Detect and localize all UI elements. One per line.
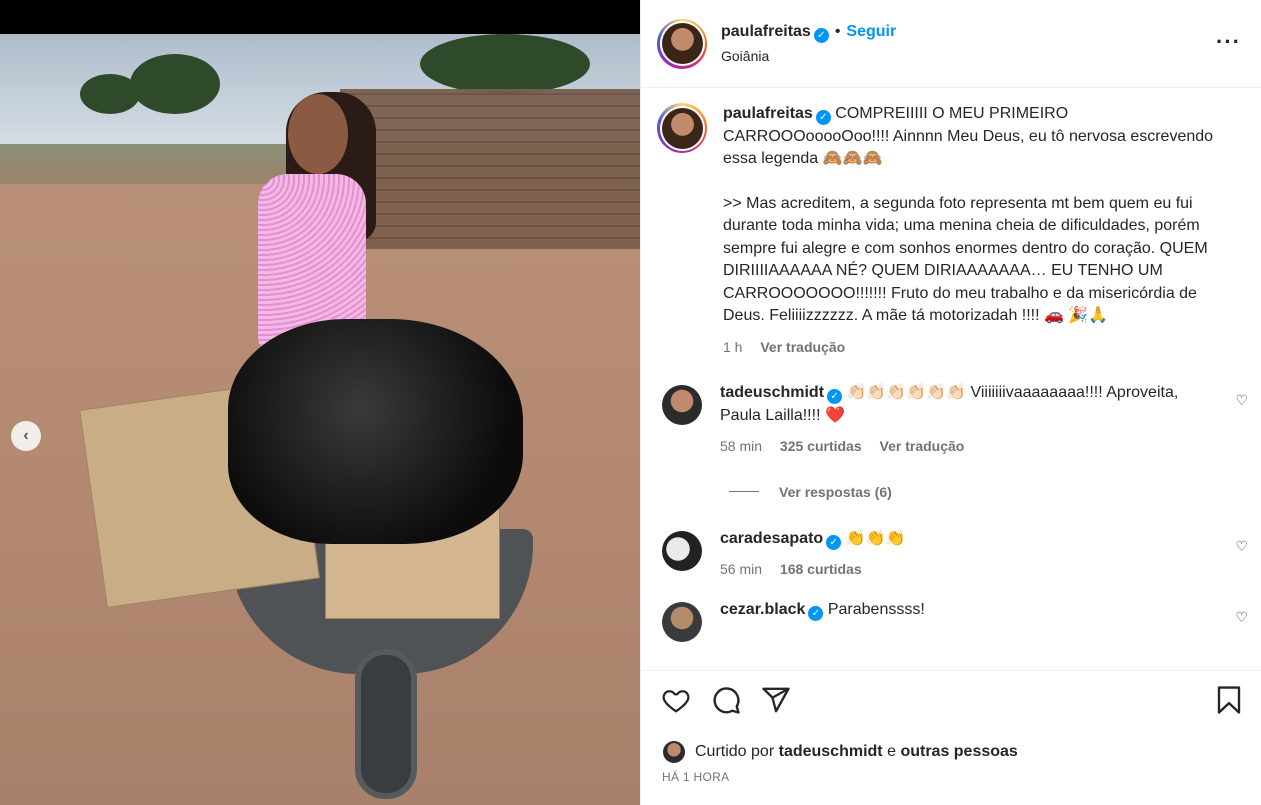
post-panel: paulafreitas ✓ • Seguir Goiânia ··· paulafr… xyxy=(640,0,1261,805)
caption-time: 1 h xyxy=(723,338,743,355)
avatar[interactable] xyxy=(657,103,707,153)
post-photo xyxy=(0,34,640,805)
verified-badge-icon: ✓ xyxy=(815,110,831,125)
verified-badge-icon: ✓ xyxy=(826,534,842,550)
comments-section[interactable]: paulafreitas ✓ COMPREIIIII O MEU PRIMEIRO… xyxy=(641,89,1261,669)
post-actions: Curtido por tadeuschmidt e outras pessoa… xyxy=(641,670,1261,805)
post-timestamp[interactable]: HÁ 1 HORA xyxy=(662,770,729,784)
translate-link[interactable]: Ver tradução xyxy=(880,438,965,454)
like-comment-icon[interactable]: ♡ xyxy=(1235,609,1248,626)
comment-time: 56 min xyxy=(720,561,763,577)
chevron-left-icon: ‹ xyxy=(23,427,29,444)
location-link[interactable]: Goiânia xyxy=(721,48,896,64)
avatar[interactable] xyxy=(657,18,707,69)
comment-username[interactable]: tadeuschmidt xyxy=(720,384,824,401)
post-header: paulafreitas ✓ • Seguir Goiânia ··· xyxy=(641,0,1261,88)
avatar[interactable] xyxy=(662,385,702,425)
avatar[interactable] xyxy=(663,741,685,763)
comment-text: 👏👏👏 xyxy=(845,529,906,547)
liked-by-username[interactable]: tadeuschmidt xyxy=(779,743,883,761)
avatar[interactable] xyxy=(662,601,702,642)
liked-by: Curtido por tadeuschmidt e outras pessoa… xyxy=(663,741,1018,763)
caption-text-2: >> Mas acreditem, a segunda foto represe… xyxy=(723,194,1208,325)
follow-button[interactable]: Seguir xyxy=(846,23,896,40)
verified-badge-icon: ✓ xyxy=(827,389,843,404)
liked-by-others[interactable]: outras pessoas xyxy=(900,743,1017,761)
like-comment-icon[interactable]: ♡ xyxy=(1235,392,1248,409)
bookmark-icon[interactable] xyxy=(1214,685,1246,717)
comment-likes[interactable]: 168 curtidas xyxy=(780,561,862,577)
comment-time: 58 min xyxy=(720,438,763,454)
more-options-icon[interactable]: ··· xyxy=(1216,31,1241,53)
view-replies-button[interactable]: Ver respostas (6) xyxy=(729,484,1261,500)
translate-link[interactable]: Ver tradução xyxy=(760,339,845,355)
comment-username[interactable]: caradesapato xyxy=(720,530,823,547)
comment-item: cezar.black ✓ Parabenssss! ♡ xyxy=(641,599,1261,642)
like-comment-icon[interactable]: ♡ xyxy=(1235,538,1248,555)
comment-item: caradesapato ✓ 👏👏👏 56 min 168 curtidas ♡ xyxy=(641,528,1261,581)
verified-badge-icon: ✓ xyxy=(813,28,829,43)
like-heart-icon[interactable] xyxy=(661,685,693,717)
comment-likes[interactable]: 325 curtidas xyxy=(780,438,862,454)
verified-badge-icon: ✓ xyxy=(808,605,824,621)
share-icon[interactable] xyxy=(761,685,793,717)
comment-text: Parabenssss! xyxy=(827,600,925,618)
comment-username[interactable]: cezar.black xyxy=(720,601,805,618)
post-media: ‹ xyxy=(0,0,640,805)
caption: paulafreitas ✓ COMPREIIIII O MEU PRIMEIRO… xyxy=(641,89,1261,358)
comment-item: tadeuschmidt ✓ 👏🏻👏🏻👏🏻👏🏻👏🏻👏🏻 Viiiiiiivaaaa… xyxy=(641,382,1261,458)
comment-icon[interactable] xyxy=(711,685,743,717)
author-username[interactable]: paulafreitas xyxy=(721,23,811,40)
carousel-prev-button[interactable]: ‹ xyxy=(11,421,41,451)
avatar[interactable] xyxy=(662,530,702,571)
caption-username[interactable]: paulafreitas xyxy=(723,105,813,122)
